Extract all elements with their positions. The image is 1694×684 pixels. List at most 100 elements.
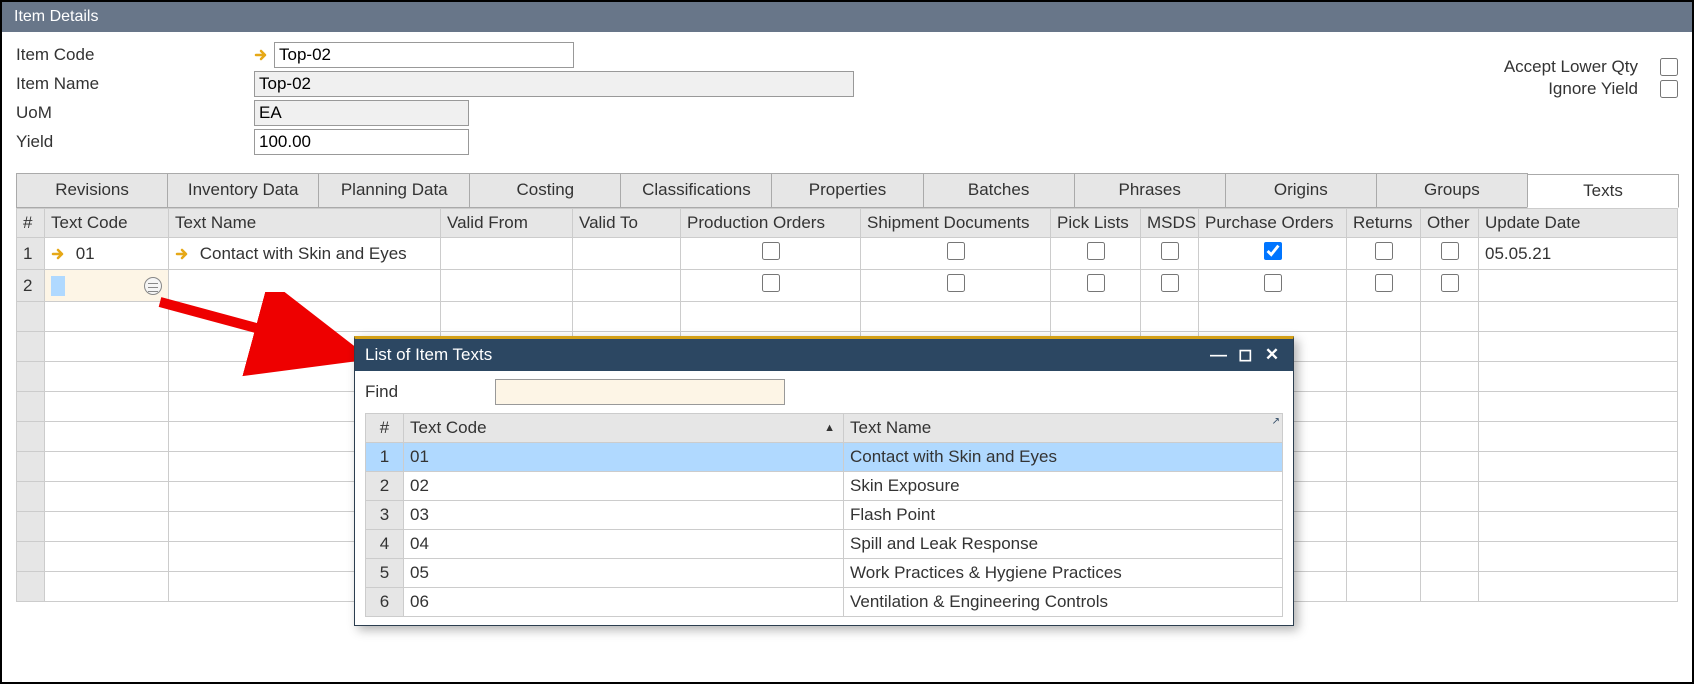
- col-header-num[interactable]: #: [366, 414, 404, 443]
- text-name-cell[interactable]: Contact with Skin and Eyes: [169, 238, 441, 270]
- ignore-yield-label: Ignore Yield: [1548, 79, 1638, 99]
- valid-to-cell[interactable]: [573, 270, 681, 302]
- tab-groups[interactable]: Groups: [1376, 173, 1528, 207]
- col-header[interactable]: Returns: [1347, 209, 1421, 238]
- col-header[interactable]: Update Date: [1479, 209, 1678, 238]
- choose-from-list-icon[interactable]: [144, 277, 162, 295]
- text-code-cell: 03: [404, 501, 844, 530]
- find-input[interactable]: [495, 379, 785, 405]
- link-arrow-icon[interactable]: [175, 246, 191, 262]
- text-name-cell: Work Practices & Hygiene Practices: [844, 559, 1283, 588]
- col-header[interactable]: Purchase Orders: [1199, 209, 1347, 238]
- window-title: Item Details: [14, 8, 98, 25]
- tab-phrases[interactable]: Phrases: [1074, 173, 1226, 207]
- tab-properties[interactable]: Properties: [771, 173, 923, 207]
- col-header-text-name[interactable]: Text Name↗: [844, 414, 1283, 443]
- table-row[interactable]: 2: [17, 270, 1678, 302]
- grid-checkbox[interactable]: [947, 274, 965, 292]
- grid-checkbox[interactable]: [1375, 274, 1393, 292]
- row-num: 2: [17, 270, 45, 302]
- tab-batches[interactable]: Batches: [923, 173, 1075, 207]
- tab-strip: RevisionsInventory DataPlanning DataCost…: [16, 173, 1678, 208]
- row-num: 6: [366, 588, 404, 617]
- col-header[interactable]: #: [17, 209, 45, 238]
- tab-inventory-data[interactable]: Inventory Data: [167, 173, 319, 207]
- text-code-cell: 04: [404, 530, 844, 559]
- minimize-icon[interactable]: —: [1208, 345, 1230, 365]
- col-header[interactable]: MSDS: [1141, 209, 1199, 238]
- tab-classifications[interactable]: Classifications: [620, 173, 772, 207]
- other-cell: [1421, 270, 1479, 302]
- right-checkboxes: Accept Lower Qty Ignore Yield: [1504, 57, 1678, 101]
- grid-checkbox[interactable]: [762, 242, 780, 260]
- ignore-yield-checkbox[interactable]: [1660, 80, 1678, 98]
- text-name-cell[interactable]: [169, 270, 441, 302]
- tab-costing[interactable]: Costing: [469, 173, 621, 207]
- text-name-cell: Spill and Leak Response: [844, 530, 1283, 559]
- list-of-item-texts-dialog: List of Item Texts — ◻ ✕ Find # Text Cod…: [354, 336, 1294, 626]
- text-code-cell: 01: [404, 443, 844, 472]
- form-row-item-code: Item Code: [16, 42, 1678, 68]
- list-item[interactable]: 101Contact with Skin and Eyes: [366, 443, 1283, 472]
- form-row-item-name: Item Name: [16, 71, 1678, 97]
- dialog-titlebar[interactable]: List of Item Texts — ◻ ✕: [355, 339, 1293, 371]
- prod-orders-cell: [681, 238, 861, 270]
- grid-checkbox[interactable]: [1441, 242, 1459, 260]
- tab-revisions[interactable]: Revisions: [16, 173, 168, 207]
- label-item-code: Item Code: [16, 45, 254, 65]
- row-num: 3: [366, 501, 404, 530]
- valid-to-cell[interactable]: [573, 238, 681, 270]
- col-header[interactable]: Valid To: [573, 209, 681, 238]
- tab-origins[interactable]: Origins: [1225, 173, 1377, 207]
- col-header-text-code[interactable]: Text Code▲: [404, 414, 844, 443]
- col-header[interactable]: Text Name: [169, 209, 441, 238]
- grid-checkbox[interactable]: [1375, 242, 1393, 260]
- grid-checkbox[interactable]: [1264, 274, 1282, 292]
- grid-checkbox[interactable]: [1087, 242, 1105, 260]
- col-header[interactable]: Production Orders: [681, 209, 861, 238]
- uom-input[interactable]: [254, 100, 469, 126]
- grid-checkbox[interactable]: [1087, 274, 1105, 292]
- grid-checkbox[interactable]: [762, 274, 780, 292]
- link-arrow-icon[interactable]: [254, 47, 270, 63]
- maximize-icon[interactable]: ◻: [1234, 345, 1256, 365]
- item-name-input[interactable]: [254, 71, 854, 97]
- label-yield: Yield: [16, 132, 254, 152]
- valid-from-cell[interactable]: [441, 270, 573, 302]
- table-row[interactable]: 1 01 Contact with Skin and Eyes 05.05.21: [17, 238, 1678, 270]
- accept-lower-qty-checkbox[interactable]: [1660, 58, 1678, 76]
- list-item[interactable]: 505Work Practices & Hygiene Practices: [366, 559, 1283, 588]
- list-item[interactable]: 202Skin Exposure: [366, 472, 1283, 501]
- row-num: 1: [17, 238, 45, 270]
- item-code-input[interactable]: [274, 42, 574, 68]
- yield-input[interactable]: [254, 129, 469, 155]
- tab-planning-data[interactable]: Planning Data: [318, 173, 470, 207]
- link-arrow-icon[interactable]: [51, 246, 67, 262]
- list-item[interactable]: 606Ventilation & Engineering Controls: [366, 588, 1283, 617]
- col-header[interactable]: Other: [1421, 209, 1479, 238]
- grid-checkbox[interactable]: [1161, 242, 1179, 260]
- grid-checkbox[interactable]: [1264, 242, 1282, 260]
- close-icon[interactable]: ✕: [1261, 345, 1283, 365]
- grid-checkbox[interactable]: [1161, 274, 1179, 292]
- col-header[interactable]: Pick Lists: [1051, 209, 1141, 238]
- grid-checkbox[interactable]: [1441, 274, 1459, 292]
- row-num: 2: [366, 472, 404, 501]
- valid-from-cell[interactable]: [441, 238, 573, 270]
- tab-texts[interactable]: Texts: [1527, 174, 1679, 208]
- expand-icon[interactable]: ↗: [1272, 416, 1280, 427]
- col-header[interactable]: Text Code: [45, 209, 169, 238]
- text-code-cell[interactable]: 01: [45, 238, 169, 270]
- col-header[interactable]: Valid From: [441, 209, 573, 238]
- col-header[interactable]: Shipment Documents: [861, 209, 1051, 238]
- pick-lists-cell: [1051, 270, 1141, 302]
- msds-cell: [1141, 270, 1199, 302]
- grid-checkbox[interactable]: [947, 242, 965, 260]
- returns-cell: [1347, 238, 1421, 270]
- find-label: Find: [365, 382, 495, 402]
- list-item[interactable]: 303Flash Point: [366, 501, 1283, 530]
- dialog-body: Find # Text Code▲ Text Name↗ 101Contact …: [355, 371, 1293, 625]
- update-date-cell: 05.05.21: [1479, 238, 1678, 270]
- list-item[interactable]: 404Spill and Leak Response: [366, 530, 1283, 559]
- text-code-cell[interactable]: [45, 270, 169, 302]
